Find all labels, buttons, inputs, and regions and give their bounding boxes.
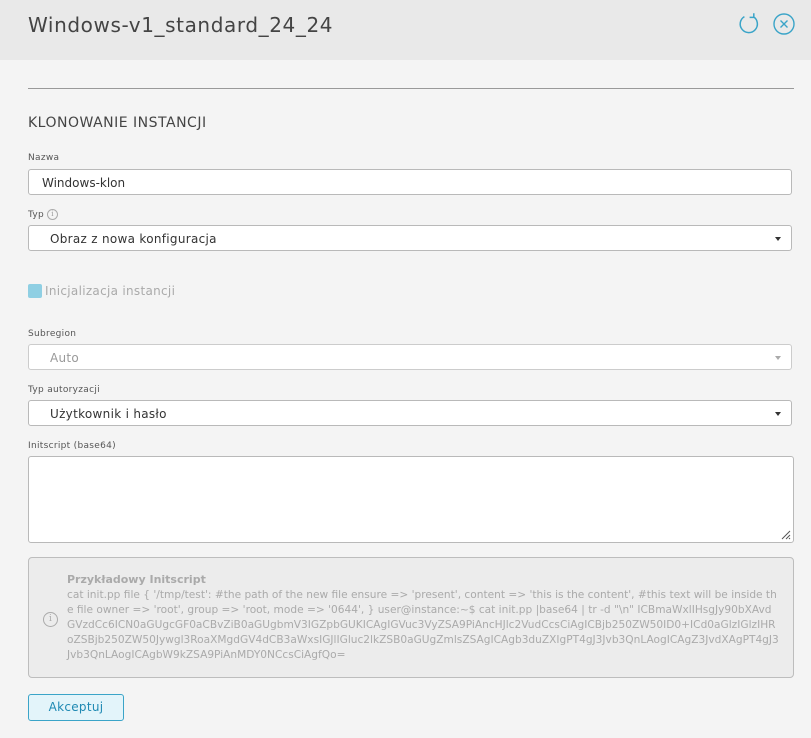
name-input[interactable]: Windows-klon bbox=[28, 169, 792, 195]
type-label-row: Typ i bbox=[28, 209, 59, 220]
initscript-label: Initscript (base64) bbox=[28, 441, 116, 451]
chevron-down-icon bbox=[775, 412, 781, 416]
refresh-icon[interactable] bbox=[737, 12, 761, 36]
example-infobox: i Przykładowy Initscript cat init.pp fil… bbox=[28, 557, 794, 678]
auth-label: Typ autoryzacji bbox=[28, 385, 100, 395]
close-icon[interactable] bbox=[772, 12, 796, 36]
type-select[interactable]: Obraz z nowa konfiguracja bbox=[28, 225, 792, 251]
info-icon: i bbox=[43, 612, 58, 627]
chevron-down-icon bbox=[775, 237, 781, 241]
init-checkbox[interactable] bbox=[28, 284, 42, 298]
section-title: KLONOWANIE INSTANCJI bbox=[28, 115, 207, 131]
divider bbox=[28, 88, 794, 89]
type-value: Obraz z nowa konfiguracja bbox=[50, 232, 217, 246]
info-icon: i bbox=[47, 209, 59, 220]
subregion-value: Auto bbox=[50, 351, 80, 365]
subregion-label: Subregion bbox=[28, 329, 77, 339]
modal-header: Windows-v1_standard_24_24 bbox=[0, 0, 811, 60]
resize-handle-icon[interactable] bbox=[779, 528, 791, 540]
auth-select[interactable]: Użytkownik i hasło bbox=[28, 400, 792, 426]
init-checkbox-label: Inicjalizacja instancji bbox=[45, 284, 176, 298]
example-text: cat init.pp file { '/tmp/test': #the pat… bbox=[67, 589, 779, 661]
auth-value: Użytkownik i hasło bbox=[50, 407, 167, 421]
type-label: Typ bbox=[28, 210, 45, 220]
name-value: Windows-klon bbox=[42, 176, 126, 190]
example-title: Przykładowy Initscript bbox=[67, 573, 206, 586]
name-label: Nazwa bbox=[28, 153, 60, 163]
initscript-textarea[interactable] bbox=[28, 456, 794, 543]
subregion-select: Auto bbox=[28, 344, 792, 370]
accept-button[interactable]: Akceptuj bbox=[28, 694, 124, 721]
page-title: Windows-v1_standard_24_24 bbox=[28, 13, 334, 37]
chevron-down-icon bbox=[775, 356, 781, 360]
